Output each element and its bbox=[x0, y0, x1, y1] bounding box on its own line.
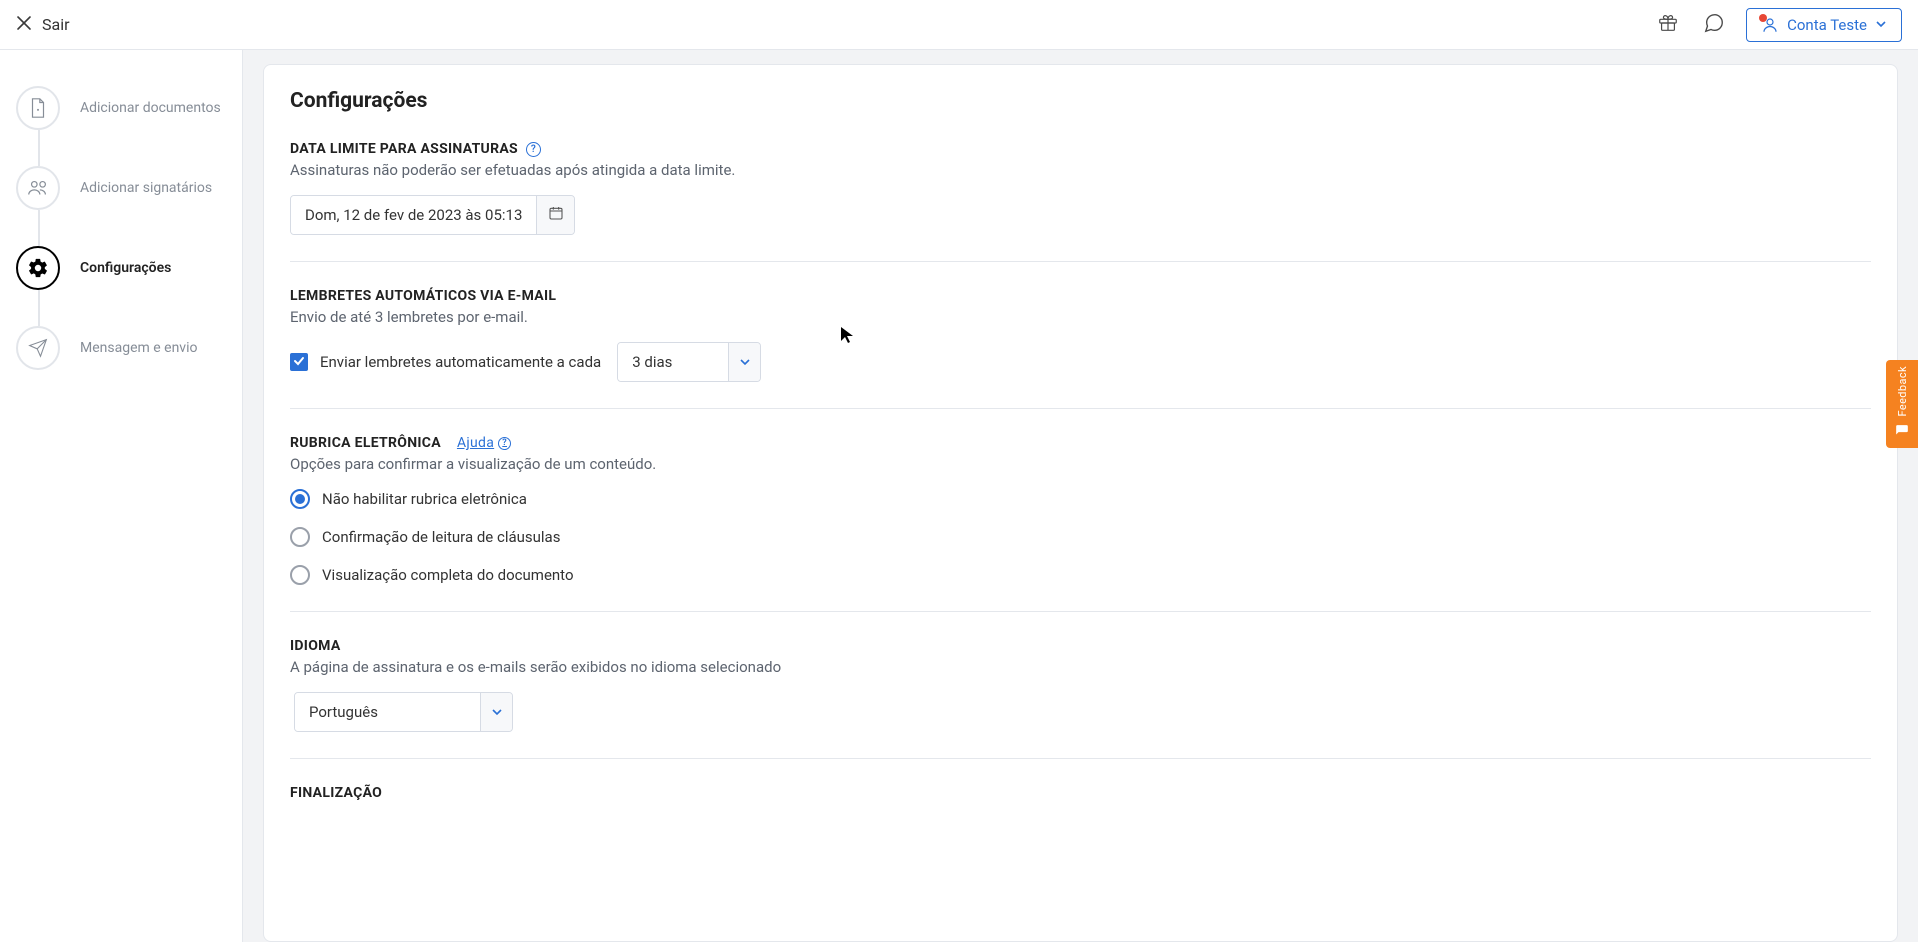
chevron-down-icon bbox=[1875, 16, 1887, 34]
section-title: IDIOMA bbox=[290, 638, 1871, 654]
calendar-button[interactable] bbox=[536, 196, 574, 234]
header: Sair Conta Teste bbox=[0, 0, 1918, 50]
step-label: Adicionar documentos bbox=[80, 100, 221, 116]
section-title: LEMBRETES AUTOMÁTICOS VIA E-MAIL bbox=[290, 288, 1871, 304]
section-desc: Assinaturas não poderão ser efetuadas ap… bbox=[290, 161, 1871, 179]
section-desc: A página de assinatura e os e-mails serã… bbox=[290, 658, 1871, 676]
section-title: RUBRICA ELETRÔNICA Ajuda ? bbox=[290, 435, 1871, 451]
chevron-down-icon bbox=[480, 693, 512, 731]
gift-icon bbox=[1657, 12, 1679, 38]
radio-label: Não habilitar rubrica eletrônica bbox=[322, 490, 527, 508]
account-icon bbox=[1761, 16, 1779, 34]
section-reminders: LEMBRETES AUTOMÁTICOS VIA E-MAIL Envio d… bbox=[290, 288, 1871, 409]
language-value: Português bbox=[295, 693, 480, 731]
rubrica-option-disable[interactable]: Não habilitar rubrica eletrônica bbox=[290, 489, 1871, 509]
section-title: DATA LIMITE PARA ASSINATURAS ? bbox=[290, 141, 1871, 157]
section-finalization: FINALIZAÇÃO bbox=[290, 785, 1871, 801]
close-icon bbox=[16, 15, 32, 35]
step-label: Adicionar signatários bbox=[80, 180, 212, 196]
step-label: Mensagem e envio bbox=[80, 340, 197, 356]
account-label: Conta Teste bbox=[1787, 16, 1867, 34]
chevron-down-icon bbox=[728, 343, 760, 381]
language-select[interactable]: Português bbox=[294, 692, 513, 732]
document-icon bbox=[16, 86, 60, 130]
calendar-icon bbox=[548, 205, 564, 225]
chat-icon-button[interactable] bbox=[1700, 11, 1728, 39]
section-deadline: DATA LIMITE PARA ASSINATURAS ? Assinatur… bbox=[290, 141, 1871, 262]
rubrica-option-clauses[interactable]: Confirmação de leitura de cláusulas bbox=[290, 527, 1871, 547]
check-icon bbox=[293, 355, 305, 370]
reminders-interval-value: 3 dias bbox=[618, 343, 728, 381]
sidebar: Adicionar documentos Adicionar signatári… bbox=[0, 50, 243, 942]
radio-icon bbox=[290, 565, 310, 585]
section-language: IDIOMA A página de assinatura e os e-mai… bbox=[290, 638, 1871, 759]
reminders-checkbox[interactable] bbox=[290, 353, 308, 371]
step-add-signers[interactable]: Adicionar signatários bbox=[0, 148, 242, 228]
section-desc: Opções para confirmar a visualização de … bbox=[290, 455, 1871, 473]
step-message-send[interactable]: Mensagem e envio bbox=[0, 308, 242, 388]
settings-card: Configurações DATA LIMITE PARA ASSINATUR… bbox=[263, 64, 1898, 942]
step-add-documents[interactable]: Adicionar documentos bbox=[0, 68, 242, 148]
feedback-label: Feedback bbox=[1896, 366, 1909, 417]
radio-icon bbox=[290, 489, 310, 509]
exit-label: Sair bbox=[42, 15, 70, 34]
radio-label: Confirmação de leitura de cláusulas bbox=[322, 528, 560, 546]
deadline-date-value: Dom, 12 de fev de 2023 às 05:13 bbox=[291, 196, 536, 234]
rubrica-help-link[interactable]: Ajuda ? bbox=[457, 435, 511, 451]
reminders-interval-select[interactable]: 3 dias bbox=[617, 342, 761, 382]
page-title: Configurações bbox=[290, 89, 1871, 113]
help-icon[interactable]: ? bbox=[526, 142, 541, 157]
step-settings[interactable]: Configurações bbox=[0, 228, 242, 308]
main: Configurações DATA LIMITE PARA ASSINATUR… bbox=[243, 50, 1918, 942]
section-desc: Envio de até 3 lembretes por e-mail. bbox=[290, 308, 1871, 326]
gift-icon-button[interactable] bbox=[1654, 11, 1682, 39]
people-icon bbox=[16, 166, 60, 210]
send-icon bbox=[16, 326, 60, 370]
feedback-tab[interactable]: Feedback bbox=[1886, 360, 1918, 448]
section-title: FINALIZAÇÃO bbox=[290, 785, 1871, 801]
gear-icon bbox=[16, 246, 60, 290]
step-label: Configurações bbox=[80, 260, 171, 276]
rubrica-option-fullview[interactable]: Visualização completa do documento bbox=[290, 565, 1871, 585]
account-button[interactable]: Conta Teste bbox=[1746, 8, 1902, 42]
chat-icon bbox=[1703, 12, 1725, 38]
reminders-checkbox-label: Enviar lembretes automaticamente a cada bbox=[320, 353, 601, 371]
radio-label: Visualização completa do documento bbox=[322, 566, 574, 584]
feedback-icon bbox=[1895, 423, 1909, 442]
help-icon: ? bbox=[498, 437, 511, 450]
section-rubrica: RUBRICA ELETRÔNICA Ajuda ? Opções para c… bbox=[290, 435, 1871, 612]
deadline-date-input[interactable]: Dom, 12 de fev de 2023 às 05:13 bbox=[290, 195, 575, 235]
radio-icon bbox=[290, 527, 310, 547]
exit-button[interactable]: Sair bbox=[16, 15, 70, 35]
